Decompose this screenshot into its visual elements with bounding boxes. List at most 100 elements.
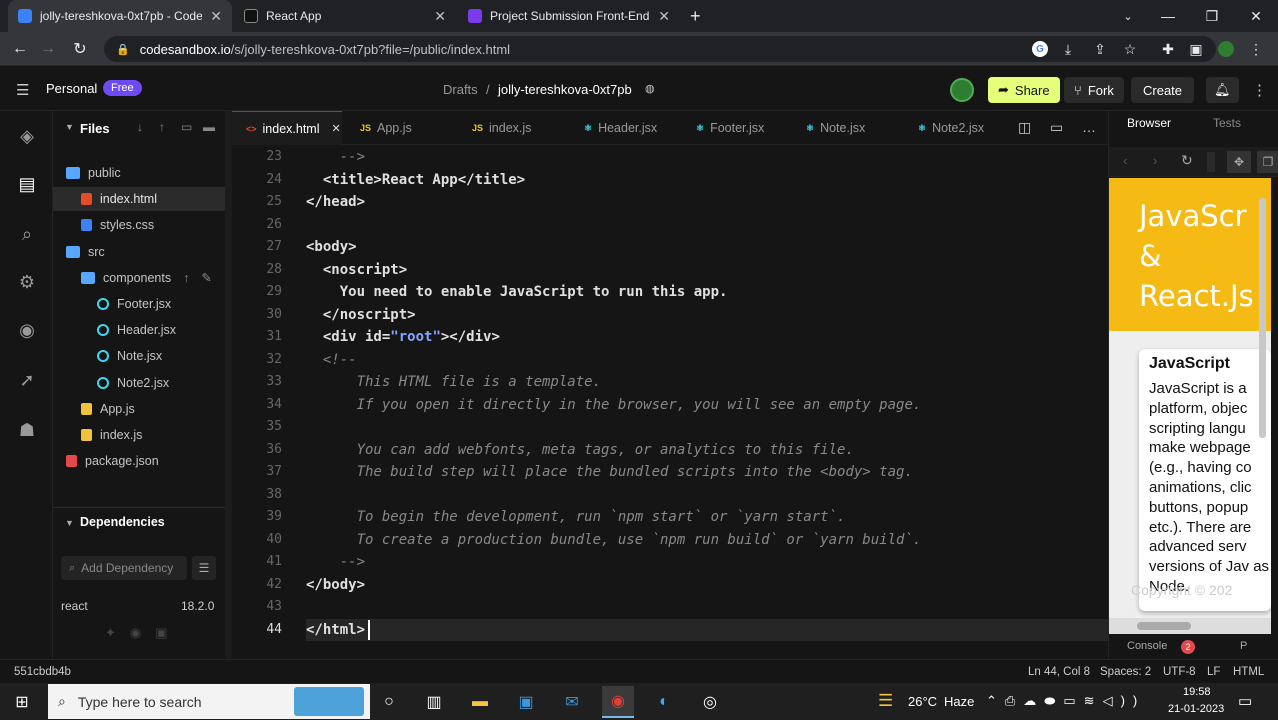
chrome-taskbar-icon[interactable]: ◉: [602, 686, 634, 718]
file-tree-item[interactable]: components ↑ ✎: [53, 266, 225, 290]
google-lens-icon[interactable]: G: [1032, 41, 1048, 57]
code-line[interactable]: <!--: [306, 349, 357, 371]
restore-icon[interactable]: ❐: [1190, 0, 1234, 32]
file-tree-item[interactable]: App.js: [53, 397, 225, 421]
split-editor-icon[interactable]: ◫: [1018, 119, 1031, 136]
obs-icon[interactable]: ◎: [694, 686, 726, 718]
create-button[interactable]: Create: [1131, 77, 1195, 103]
preview-url-field[interactable]: [1207, 152, 1215, 172]
fork-button[interactable]: ⑂ Fork: [1064, 77, 1124, 103]
clock-time[interactable]: 19:58: [1183, 686, 1211, 698]
extensions-puzzle-icon[interactable]: ✚: [1160, 41, 1176, 57]
back-arrow-icon[interactable]: ←: [8, 37, 32, 61]
upload-icon[interactable]: ↑: [159, 120, 165, 134]
share-page-icon[interactable]: ⇪: [1092, 41, 1108, 57]
editor-tab[interactable]: JS App.js: [346, 111, 454, 145]
clock-date[interactable]: 21-01-2023: [1168, 703, 1224, 715]
user-avatar[interactable]: [950, 78, 974, 102]
bookmark-star-icon[interactable]: ☆: [1122, 41, 1138, 57]
list-menu-icon[interactable]: ☰: [192, 556, 216, 580]
file-tree-item[interactable]: package.json: [53, 449, 225, 473]
search-icon[interactable]: ⌕: [14, 221, 40, 247]
code-line[interactable]: To begin the development, run `npm start…: [306, 506, 846, 528]
side-panel-icon[interactable]: ▣: [1188, 41, 1204, 57]
weather-condition[interactable]: Haze: [944, 694, 974, 709]
close-tab-icon[interactable]: ✕: [332, 122, 341, 135]
code-line[interactable]: To create a production bundle, use `npm …: [306, 529, 922, 551]
system-tray-icons[interactable]: ⌃⎙☁⬬▭≋◁)): [986, 693, 1145, 709]
mail-icon[interactable]: ✉: [556, 686, 588, 718]
workspace-name[interactable]: Personal: [46, 81, 97, 96]
preview-device-icon[interactable]: ✥: [1227, 151, 1251, 173]
github-icon[interactable]: ◉: [14, 317, 40, 343]
share-button[interactable]: ➦ Share: [988, 77, 1060, 103]
code-line[interactable]: <title>React App</title>: [306, 169, 525, 191]
dependencies-title[interactable]: Dependencies: [80, 515, 165, 529]
editor-tab[interactable]: ⚛ Footer.jsx: [682, 111, 790, 145]
file-explorer-icon[interactable]: ▬: [464, 686, 496, 718]
deps-chevron-icon[interactable]: ▼: [65, 518, 74, 528]
language-mode[interactable]: HTML: [1233, 666, 1264, 678]
browser-tab-react-app[interactable]: React App ✕: [234, 0, 456, 32]
code-line[interactable]: <div id="root"></div>: [306, 326, 500, 348]
download-icon[interactable]: ↓: [137, 120, 143, 134]
open-new-window-icon[interactable]: ❐: [1257, 151, 1278, 173]
encoding[interactable]: UTF-8: [1163, 666, 1196, 678]
editor-tab[interactable]: ⚛ Header.jsx: [570, 111, 678, 145]
forward-arrow-icon[interactable]: →: [36, 37, 60, 61]
notifications-bell-icon[interactable]: 🔔︎: [1206, 77, 1239, 103]
new-tab-plus-icon[interactable]: +: [690, 6, 701, 27]
reload-icon[interactable]: ↻: [68, 37, 92, 61]
problems-tab[interactable]: P: [1240, 640, 1247, 652]
close-tab-icon[interactable]: ✕: [210, 8, 222, 25]
file-tree-item[interactable]: public: [53, 161, 225, 185]
install-icon[interactable]: ⤓: [1060, 41, 1076, 57]
weather-temp[interactable]: 26°C: [908, 694, 937, 709]
code-line[interactable]: This HTML file is a template.: [306, 371, 601, 393]
add-dependency-input[interactable]: ⌕ Add Dependency: [61, 556, 187, 580]
file-tree-item[interactable]: Note.jsx: [53, 344, 225, 368]
tab-search-chevron-icon[interactable]: ⌄: [1106, 0, 1150, 32]
line-ending[interactable]: LF: [1207, 666, 1220, 678]
upload-icon[interactable]: ↑: [183, 271, 189, 285]
close-tab-icon[interactable]: ✕: [658, 8, 670, 25]
editor-tab[interactable]: JS index.js: [458, 111, 566, 145]
rename-pencil-icon[interactable]: ✎: [201, 270, 211, 285]
settings-gear-icon[interactable]: ⚙: [14, 269, 40, 295]
preview-refresh-icon[interactable]: ↻: [1181, 152, 1193, 169]
preview-viewport[interactable]: JavaScr & React.Js JavaScript JavaScript…: [1109, 178, 1271, 618]
file-tree-item[interactable]: Header.jsx: [53, 318, 225, 342]
code-line[interactable]: </body>: [306, 574, 365, 596]
file-tree-item[interactable]: index.html: [53, 187, 225, 212]
sandbox-name[interactable]: jolly-tereshkova-0xt7pb: [498, 82, 632, 97]
browser-tab-codesandbox[interactable]: jolly-tereshkova-0xt7pb - CodeSandbox ✕: [8, 0, 232, 32]
preview-back-icon[interactable]: ‹: [1123, 153, 1127, 168]
editor-tab[interactable]: ⚛ Note2.jsx: [904, 111, 1012, 145]
hamburger-menu-icon[interactable]: ☰: [16, 81, 29, 99]
code-line[interactable]: <body>: [306, 236, 357, 258]
browser-tab-project-submission[interactable]: Project Submission Front-End W... ✕: [458, 0, 680, 32]
close-tab-icon[interactable]: ✕: [434, 8, 446, 25]
breadcrumb-drafts[interactable]: Drafts: [443, 82, 478, 97]
files-section-title[interactable]: Files: [80, 121, 110, 136]
tab-tests[interactable]: Tests: [1213, 116, 1241, 130]
edge-icon[interactable]: ◐: [648, 686, 680, 718]
new-file-icon[interactable]: ▭: [181, 120, 192, 134]
chrome-menu-icon[interactable]: ⋮: [1248, 41, 1264, 57]
windows-start-icon[interactable]: ⊞: [6, 686, 38, 718]
preview-forward-icon[interactable]: ›: [1153, 153, 1157, 168]
layout-icon[interactable]: ▭: [1050, 119, 1063, 136]
minimize-icon[interactable]: —: [1146, 0, 1190, 32]
preview-scrollbar[interactable]: [1259, 198, 1266, 438]
more-actions-icon[interactable]: …: [1082, 119, 1096, 135]
code-line[interactable]: The build step will place the bundled sc…: [306, 461, 913, 483]
console-tab[interactable]: Console: [1127, 640, 1167, 652]
code-line[interactable]: If you open it directly in the browser, …: [306, 394, 922, 416]
cortana-circle-icon[interactable]: ○: [373, 686, 405, 718]
taskbar-search-box[interactable]: ⌕ Type here to search: [48, 684, 370, 719]
notification-center-icon[interactable]: ▭: [1238, 692, 1252, 710]
code-line[interactable]: -->: [306, 551, 365, 573]
file-tree-item[interactable]: index.js: [53, 423, 225, 447]
code-line[interactable]: </head>: [306, 191, 365, 213]
code-line[interactable]: </html>: [306, 619, 365, 641]
